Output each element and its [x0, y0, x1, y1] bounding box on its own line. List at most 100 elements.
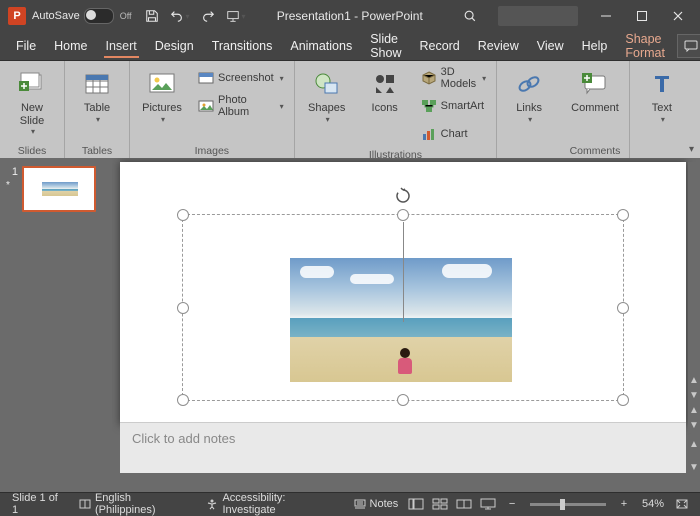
accessibility-button[interactable]: Accessibility: Investigate [200, 492, 347, 516]
slide-thumbnail-1[interactable]: 1 * [6, 166, 112, 212]
ribbon-group-text: Text ▾ [630, 61, 694, 159]
smartart-icon [421, 98, 437, 114]
slide-editor[interactable]: ▲ ▼ ▲ ▼ ▴ Click to add notes ▲▼ [112, 158, 700, 493]
rotate-handle[interactable] [394, 187, 412, 205]
redo-button[interactable] [196, 4, 220, 28]
text-button[interactable]: Text ▾ [636, 65, 688, 143]
icons-icon [370, 69, 400, 99]
tab-insert[interactable]: Insert [98, 35, 145, 57]
ribbon-group-images: Pictures ▾ Screenshot▾ Photo Album▾ Imag… [130, 61, 295, 159]
slide-thumbnails-pane[interactable]: 1 * [0, 158, 112, 493]
comments-pane-button[interactable] [677, 34, 700, 58]
language-button[interactable]: English (Philippines) [73, 492, 201, 516]
tab-view[interactable]: View [529, 35, 572, 57]
notes-pane[interactable]: Click to add notes [120, 422, 686, 473]
tab-review[interactable]: Review [470, 35, 527, 57]
comment-button[interactable]: Comment [567, 65, 623, 143]
slide-number: 1 [6, 166, 18, 178]
tab-file[interactable]: File [8, 35, 44, 57]
resize-handle[interactable] [177, 394, 189, 406]
zoom-out-button[interactable]: − [500, 495, 524, 513]
notes-scroll[interactable]: ▲▼ [688, 439, 700, 473]
links-button[interactable]: Links ▾ [503, 65, 555, 143]
chevron-down-icon: ▾ [242, 12, 246, 21]
prev-slide-icon[interactable]: ▲ [687, 403, 700, 418]
workspace: 1 * [0, 158, 700, 493]
notes-button[interactable]: Notes [348, 498, 405, 510]
slide-sorter-button[interactable] [428, 495, 452, 513]
slide-indicator[interactable]: Slide 1 of 1 [6, 492, 73, 516]
minimize-button[interactable] [588, 2, 624, 30]
undo-icon [170, 9, 184, 23]
resize-handle[interactable] [177, 302, 189, 314]
chevron-down-icon: ▾ [482, 74, 486, 83]
smartart-button[interactable]: SmartArt [417, 93, 490, 119]
new-comment-icon [580, 69, 610, 99]
chevron-down-icon: ▾ [186, 12, 190, 21]
zoom-in-button[interactable]: + [612, 495, 636, 513]
slide-canvas[interactable] [120, 162, 686, 425]
tab-animations[interactable]: Animations [282, 35, 360, 57]
close-button[interactable] [660, 2, 696, 30]
screenshot-button[interactable]: Screenshot▾ [194, 65, 288, 91]
pictures-button[interactable]: Pictures ▾ [136, 65, 188, 143]
scroll-down-icon[interactable]: ▼ [687, 388, 700, 403]
tab-transitions[interactable]: Transitions [204, 35, 281, 57]
new-slide-button[interactable]: New Slide ▾ [6, 65, 58, 143]
toggle-switch-icon[interactable] [84, 8, 114, 24]
thumbnail-preview[interactable] [22, 166, 96, 212]
tab-slideshow[interactable]: Slide Show [362, 28, 409, 64]
photo-album-button[interactable]: Photo Album▾ [194, 93, 288, 119]
shapes-button[interactable]: Shapes ▾ [301, 65, 353, 143]
book-icon [79, 498, 91, 510]
window-title: Presentation1 - PowerPoint [248, 9, 452, 23]
reading-icon [456, 498, 472, 510]
resize-handle[interactable] [397, 394, 409, 406]
reading-view-button[interactable] [452, 495, 476, 513]
title-bar: P AutoSave Off ▾ ▾ Presentation1 - Power… [0, 0, 700, 32]
from-beginning-button[interactable]: ▾ [224, 4, 248, 28]
maximize-button[interactable] [624, 2, 660, 30]
fit-to-window-button[interactable] [670, 495, 694, 513]
zoom-level[interactable]: 54% [636, 498, 670, 510]
chevron-down-icon: ▾ [661, 115, 665, 124]
tab-help[interactable]: Help [574, 35, 616, 57]
group-label: Images [195, 143, 229, 157]
ribbon-group-links: Links ▾ [497, 61, 561, 159]
photo-album-icon [198, 98, 214, 114]
icons-button[interactable]: Icons [359, 65, 411, 143]
tab-design[interactable]: Design [147, 35, 202, 57]
3d-models-button[interactable]: 3D Models▾ [417, 65, 490, 91]
chevron-down-icon: ▾ [96, 115, 100, 124]
tab-record[interactable]: Record [411, 35, 467, 57]
collapse-ribbon-button[interactable]: ▾ [689, 144, 694, 155]
chevron-down-icon: ▾ [280, 102, 284, 111]
ribbon-group-symbols: Ω Symbols ▾ [694, 61, 700, 159]
cube-icon [421, 70, 437, 86]
tab-shape-format[interactable]: Shape Format [617, 28, 673, 64]
undo-button[interactable]: ▾ [168, 4, 192, 28]
tab-home[interactable]: Home [46, 35, 95, 57]
autosave-label: AutoSave [32, 10, 80, 22]
resize-handle[interactable] [397, 209, 409, 221]
chart-button[interactable]: Chart [417, 121, 490, 147]
vertical-scrollbar[interactable]: ▲ ▼ ▲ ▼ [688, 162, 700, 433]
slideshow-view-button[interactable] [476, 495, 500, 513]
window-controls [588, 2, 696, 30]
resize-handle[interactable] [617, 302, 629, 314]
autosave-toggle[interactable]: AutoSave Off [32, 8, 132, 24]
account-button[interactable] [498, 6, 578, 26]
save-button[interactable] [140, 4, 164, 28]
resize-handle[interactable] [177, 209, 189, 221]
table-button[interactable]: Table ▾ [71, 65, 123, 143]
resize-handle[interactable] [617, 394, 629, 406]
resize-handle[interactable] [617, 209, 629, 221]
scroll-up-icon[interactable]: ▲ [687, 373, 700, 388]
group-label: Comments [570, 143, 621, 157]
selection-box[interactable] [182, 214, 624, 401]
search-button[interactable] [452, 4, 488, 28]
normal-view-button[interactable] [404, 495, 428, 513]
chevron-down-icon: ▾ [528, 115, 532, 124]
zoom-slider[interactable] [530, 503, 606, 506]
status-bar: Slide 1 of 1 English (Philippines) Acces… [0, 492, 700, 515]
